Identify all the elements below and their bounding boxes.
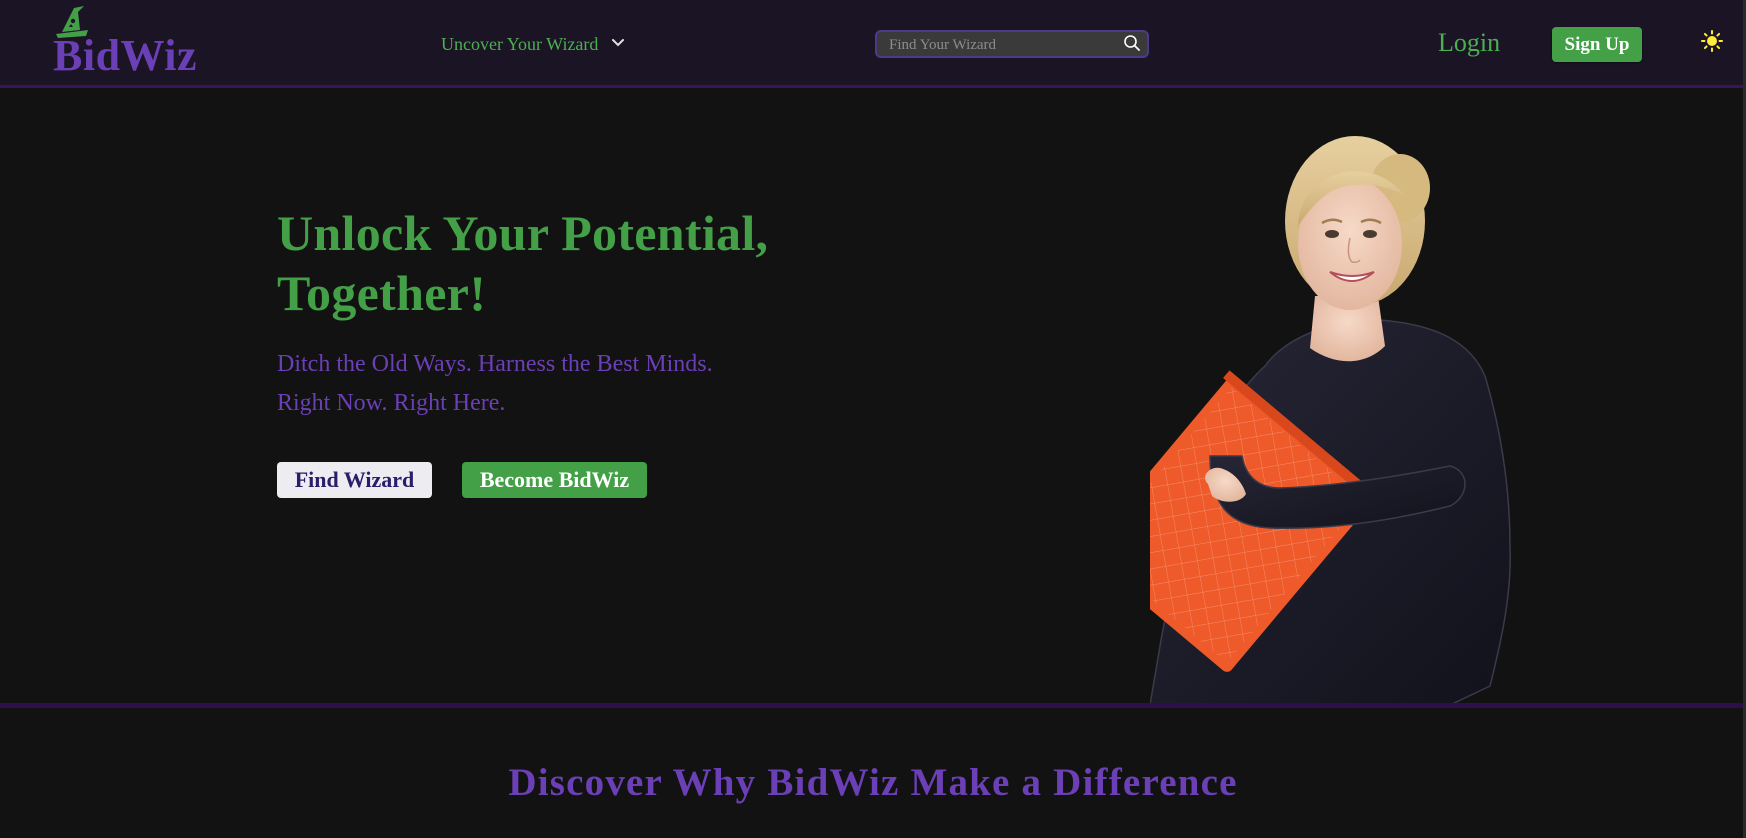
search-input[interactable] <box>887 34 1111 56</box>
uncover-wizard-dropdown[interactable]: Uncover Your Wizard <box>441 34 625 55</box>
login-link[interactable]: Login <box>1438 28 1500 58</box>
hero-section: Unlock Your Potential, Together! Ditch t… <box>0 88 1746 705</box>
logo[interactable]: BidWiz <box>50 4 200 80</box>
hero-subtitle-line-1: Ditch the Old Ways. Harness the Best Min… <box>277 351 713 377</box>
sun-icon[interactable] <box>1701 30 1723 52</box>
hero-subtitle-line-2: Right Now. Right Here. <box>277 390 506 416</box>
become-bidwiz-button[interactable]: Become BidWiz <box>462 462 647 498</box>
why-section: Discover Why BidWiz Make a Difference <box>0 708 1746 838</box>
why-section-title: Discover Why BidWiz Make a Difference <box>508 761 1238 804</box>
chevron-down-icon <box>612 38 625 46</box>
search-box <box>875 30 1149 58</box>
find-wizard-button[interactable]: Find Wizard <box>277 462 432 498</box>
hero-title: Unlock Your Potential, Together! <box>277 205 769 321</box>
hero-woman-image <box>1150 136 1511 705</box>
dropdown-label: Uncover Your Wizard <box>441 34 599 54</box>
signup-button[interactable]: Sign Up <box>1552 27 1642 62</box>
brand-name: BidWiz <box>53 31 198 80</box>
search-icon[interactable] <box>1123 34 1141 52</box>
page: BidWiz Uncover Your Wizard Login Sign Up <box>0 0 1746 838</box>
navbar: BidWiz Uncover Your Wizard Login Sign Up <box>0 0 1746 88</box>
hero-subtitle: Ditch the Old Ways. Harness the Best Min… <box>277 345 837 423</box>
